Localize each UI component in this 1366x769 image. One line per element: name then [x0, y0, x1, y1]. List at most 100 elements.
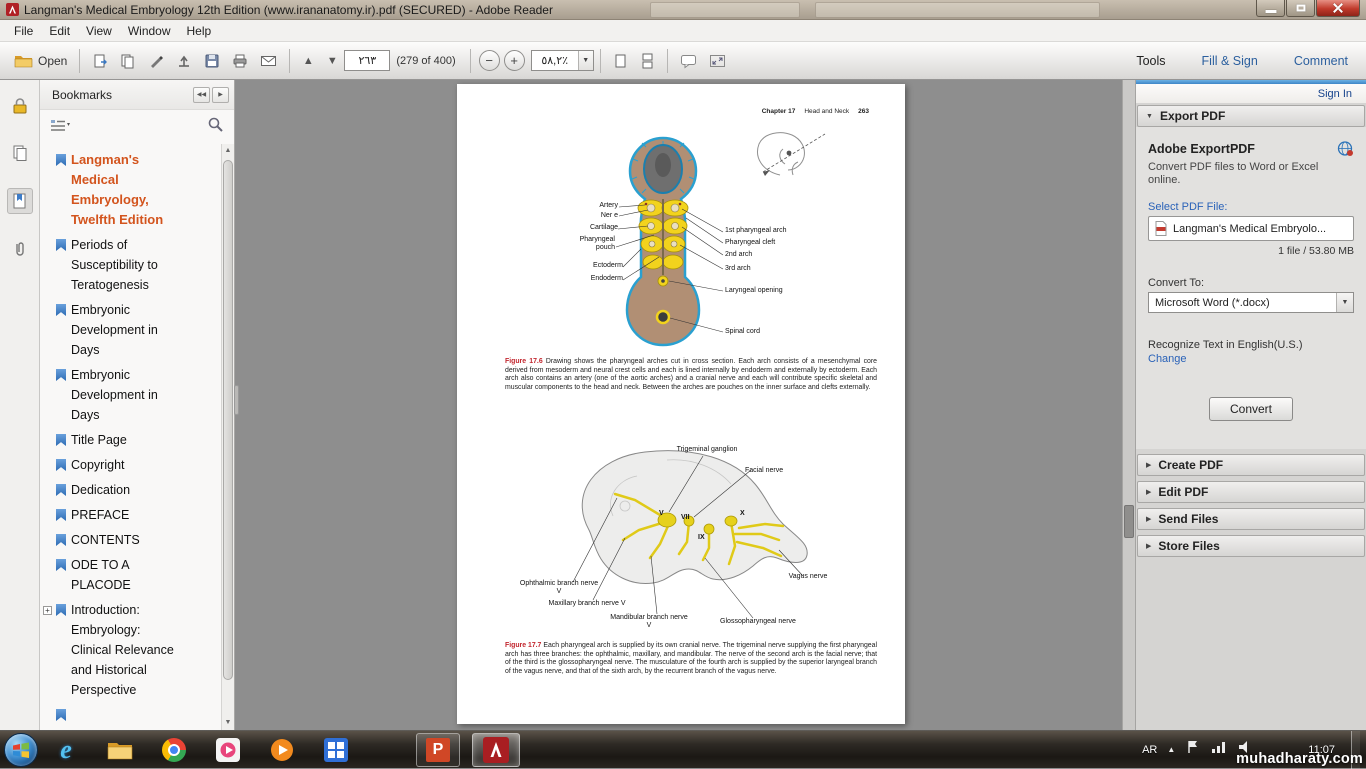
- email-button[interactable]: [254, 47, 283, 75]
- minimize-button[interactable]: [1256, 0, 1285, 17]
- save-button[interactable]: [198, 47, 226, 75]
- close-button[interactable]: [1316, 0, 1360, 17]
- app-grid-icon[interactable]: [316, 733, 356, 767]
- copy-page-button[interactable]: [114, 47, 142, 75]
- bookmarks-scrollbar[interactable]: ▲ ▼: [221, 144, 234, 730]
- bookmarks-list: Langman's Medical Embryology, Twelfth Ed…: [40, 146, 222, 726]
- bookmarks-tab[interactable]: [7, 188, 33, 214]
- bookmark-item[interactable]: [56, 705, 222, 721]
- toolbar-separator: [79, 49, 80, 73]
- comment-bubble-button[interactable]: [674, 47, 703, 75]
- collapse-panel-button[interactable]: ◀◀: [193, 87, 210, 103]
- paperclip-icon: [11, 240, 29, 258]
- figure-label: V: [659, 510, 664, 518]
- print-button[interactable]: [226, 47, 254, 75]
- bookmark-item[interactable]: Dedication: [56, 480, 222, 500]
- export-description: Convert PDF files to Word or Excel onlin…: [1148, 161, 1348, 187]
- menu-window[interactable]: Window: [120, 21, 179, 41]
- hidden-icons-chevron[interactable]: ▲: [1167, 745, 1175, 754]
- share-button[interactable]: [170, 47, 198, 75]
- file-explorer-icon[interactable]: [100, 733, 140, 767]
- zoom-in-button[interactable]: +: [504, 50, 525, 71]
- menu-help[interactable]: Help: [179, 21, 220, 41]
- expand-bookmark-button[interactable]: +: [43, 606, 52, 615]
- chevron-down-icon[interactable]: ▼: [1336, 293, 1353, 312]
- security-lock-icon[interactable]: [7, 92, 33, 118]
- bookmark-item[interactable]: Embryonic Development in Days: [56, 300, 222, 360]
- zoom-out-button[interactable]: −: [479, 50, 500, 71]
- background-window-ghost: [650, 2, 800, 18]
- convert-button[interactable]: Convert: [1209, 397, 1293, 421]
- bookmark-item[interactable]: Title Page: [56, 430, 222, 450]
- scrollbar-thumb[interactable]: [223, 160, 233, 680]
- bookmark-item[interactable]: +Introduction: Embryology: Clinical Rele…: [56, 600, 222, 700]
- copy-page-icon: [120, 53, 136, 69]
- fill-sign-tab[interactable]: Fill & Sign: [1202, 54, 1258, 68]
- attachments-tab[interactable]: [7, 236, 33, 262]
- document-scrollbar[interactable]: [1122, 80, 1135, 730]
- bookmark-item[interactable]: ODE TO A PLACODE: [56, 555, 222, 595]
- next-page-button[interactable]: ▼: [320, 47, 344, 75]
- music-player-icon[interactable]: [262, 733, 302, 767]
- send-files-section-header[interactable]: ▶ Send Files: [1137, 508, 1365, 530]
- document-area[interactable]: Chapter 17 Head and Neck 263: [235, 80, 1122, 730]
- panel-splitter[interactable]: [234, 385, 239, 415]
- single-page-view-button[interactable]: [607, 47, 634, 75]
- taskbar: e P AR ▲ 11:07: [0, 730, 1366, 768]
- change-link[interactable]: Change: [1148, 353, 1354, 365]
- adobe-reader-taskbar-button[interactable]: [472, 733, 520, 767]
- bookmark-item[interactable]: Embryonic Development in Days: [56, 365, 222, 425]
- sign-in-link[interactable]: Sign In: [1318, 88, 1352, 100]
- edit-pdf-section-header[interactable]: ▶ Edit PDF: [1137, 481, 1365, 503]
- create-pdf-section-header[interactable]: ▶ Create PDF: [1137, 454, 1365, 476]
- find-bookmark-button[interactable]: [207, 116, 224, 138]
- format-dropdown[interactable]: Microsoft Word (*.docx) ▼: [1148, 292, 1354, 313]
- language-indicator[interactable]: AR: [1142, 744, 1157, 756]
- pen-icon: [148, 53, 164, 69]
- maximize-button[interactable]: [1286, 0, 1315, 17]
- convert-to-label: Convert To:: [1148, 277, 1354, 289]
- open-button[interactable]: Open: [8, 47, 73, 75]
- network-icon[interactable]: [1211, 739, 1227, 760]
- chevron-right-icon: ▶: [1146, 542, 1151, 550]
- recognize-text-label: Recognize Text in English(U.S.): [1148, 339, 1354, 351]
- bookmark-item[interactable]: PREFACE: [56, 505, 222, 525]
- send-file-button[interactable]: [86, 47, 114, 75]
- scrolling-view-button[interactable]: [634, 47, 661, 75]
- save-disk-icon: [204, 53, 220, 69]
- chrome-icon[interactable]: [154, 733, 194, 767]
- previous-page-button[interactable]: ▲: [296, 47, 320, 75]
- media-player-icon[interactable]: [208, 733, 248, 767]
- tools-tab[interactable]: Tools: [1136, 54, 1165, 68]
- menu-edit[interactable]: Edit: [41, 21, 78, 41]
- powerpoint-taskbar-button[interactable]: P: [416, 733, 460, 767]
- page-number-input[interactable]: [344, 50, 390, 71]
- sign-in-bar: Sign In: [1136, 84, 1366, 103]
- scroll-up-button[interactable]: ▲: [222, 144, 234, 158]
- chevron-down-icon[interactable]: ▼: [578, 51, 593, 70]
- bookmark-options-button[interactable]: [50, 117, 72, 138]
- action-center-flag-icon[interactable]: [1185, 739, 1201, 760]
- open-label: Open: [38, 54, 67, 68]
- selected-file-box[interactable]: Langman's Medical Embryolo...: [1148, 216, 1354, 241]
- bookmark-item[interactable]: CONTENTS: [56, 530, 222, 550]
- menu-view[interactable]: View: [78, 21, 120, 41]
- bookmark-item[interactable]: Copyright: [56, 455, 222, 475]
- scroll-down-button[interactable]: ▼: [222, 716, 234, 730]
- bookmark-item[interactable]: Periods of Susceptibility to Teratogenes…: [56, 235, 222, 295]
- internet-explorer-icon[interactable]: e: [46, 733, 86, 767]
- sign-button[interactable]: [142, 47, 170, 75]
- panel-menu-button[interactable]: ▶: [212, 87, 229, 103]
- store-files-section-header[interactable]: ▶ Store Files: [1137, 535, 1365, 557]
- export-pdf-section-header[interactable]: ▼ Export PDF: [1137, 105, 1365, 127]
- page-count-label: (279 of 400): [396, 55, 455, 67]
- page-thumbnails-tab[interactable]: [7, 140, 33, 166]
- adobe-reader-icon: [483, 737, 509, 763]
- start-button[interactable]: [4, 733, 38, 767]
- menu-file[interactable]: File: [6, 21, 41, 41]
- zoom-level-select[interactable]: ٥٨,٢٪ ▼: [531, 50, 594, 71]
- fullscreen-button[interactable]: [703, 47, 732, 75]
- bookmark-item[interactable]: Langman's Medical Embryology, Twelfth Ed…: [56, 150, 222, 230]
- comment-tab[interactable]: Comment: [1294, 54, 1348, 68]
- scrollbar-thumb[interactable]: [1124, 505, 1134, 538]
